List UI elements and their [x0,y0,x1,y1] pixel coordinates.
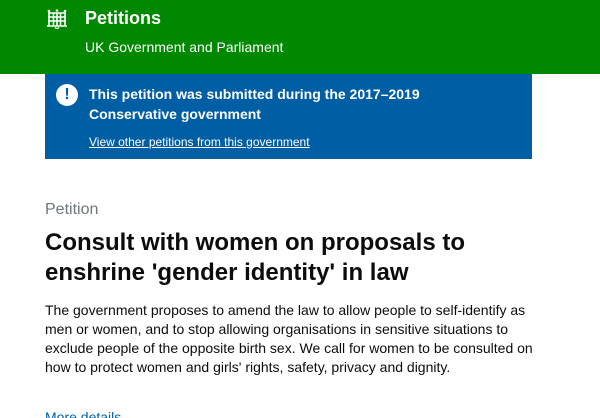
site-title-link[interactable]: Petitions [85,6,161,30]
more-details-link[interactable]: More details [45,408,121,418]
government-notice-banner: ! This petition was submitted during the… [45,74,532,159]
petition-title: Consult with women on proposals to enshr… [45,229,465,286]
site-subtitle: UK Government and Parliament [85,39,284,55]
petition-description: The government proposes to amend the law… [45,302,533,375]
portcullis-icon [47,9,67,29]
petition-caption: Petition [45,201,99,218]
notice-text: This petition was submitted during the 2… [89,86,420,122]
other-petitions-link[interactable]: View other petitions from this governmen… [89,134,310,150]
site-header: Petitions UK Government and Parliament [0,0,600,74]
exclamation-icon: ! [56,84,78,106]
